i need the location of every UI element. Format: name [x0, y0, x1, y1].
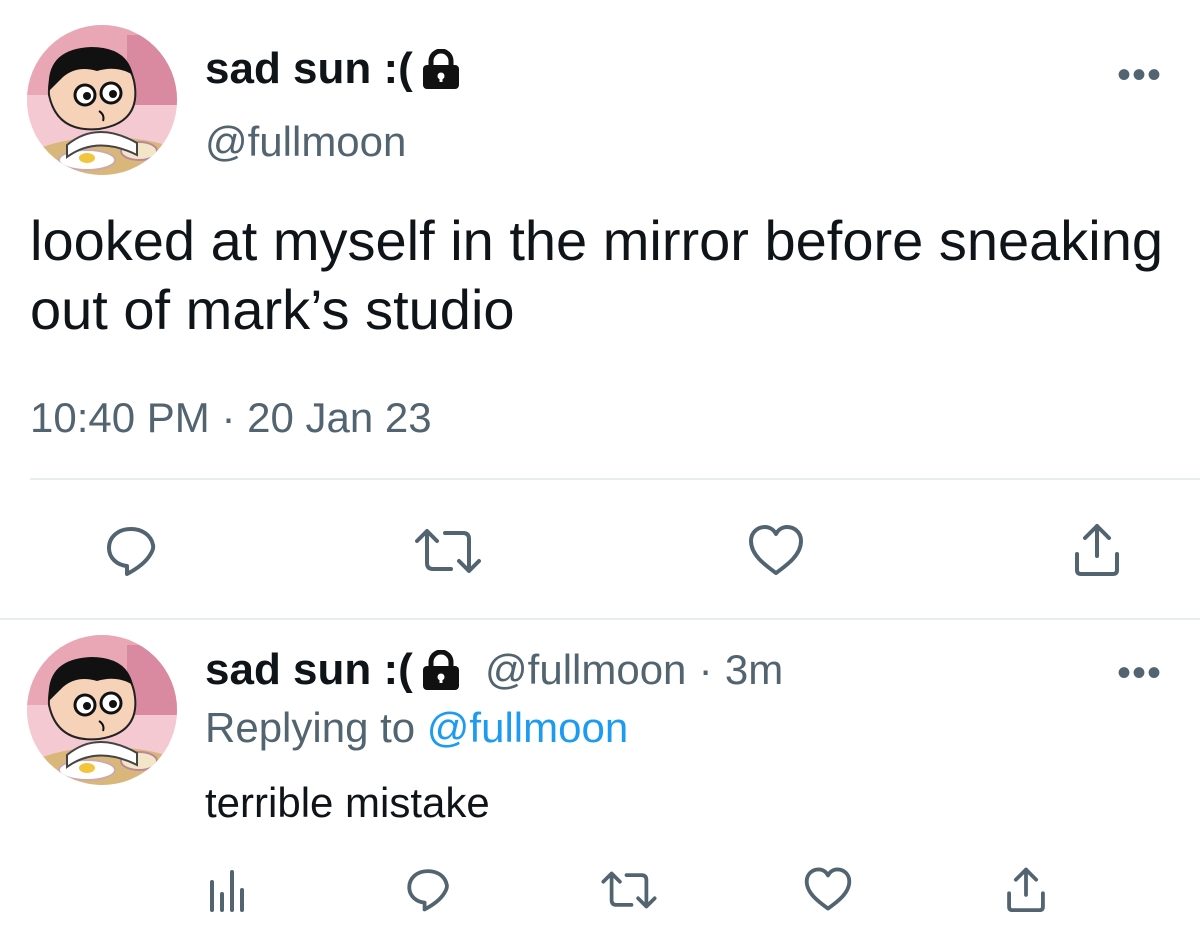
- timestamp-row: 10:40 PM · 20 Jan 23: [30, 397, 432, 439]
- meta-separator: ·: [221, 394, 236, 441]
- display-name: sad sun :(: [205, 44, 413, 93]
- reply-header-row: sad sun :( @fullmoon · 3m: [205, 648, 783, 698]
- lock-icon: [419, 48, 463, 97]
- replying-to-label: Replying to: [205, 704, 416, 751]
- more-dots-icon[interactable]: •••: [1117, 653, 1162, 693]
- share-button[interactable]: [1071, 520, 1123, 578]
- lock-icon: [419, 649, 463, 698]
- display-name[interactable]: sad sun :(: [205, 645, 413, 694]
- replying-to-row: Replying to @fullmoon: [205, 707, 628, 749]
- share-button[interactable]: [1004, 864, 1048, 914]
- like-icon: [804, 867, 852, 911]
- reply-icon: [107, 527, 156, 576]
- retweet-button[interactable]: [413, 525, 483, 577]
- more-dots-icon[interactable]: •••: [1117, 55, 1162, 95]
- reply-icon: [407, 869, 449, 912]
- tweet-text: looked at myself in the mirror before sn…: [30, 209, 1163, 341]
- retweet-icon: [601, 871, 657, 909]
- like-button[interactable]: [803, 866, 853, 912]
- avatar-cartoon-boy-icon: [27, 635, 177, 785]
- handle[interactable]: @fullmoon: [205, 121, 406, 163]
- divider: [0, 618, 1200, 620]
- handle[interactable]: @fullmoon: [485, 646, 686, 693]
- tweet-age: 3m: [724, 646, 784, 693]
- share-icon: [1075, 524, 1119, 576]
- display-name-row[interactable]: sad sun :(: [205, 47, 463, 97]
- share-icon: [1007, 867, 1045, 913]
- reply-button[interactable]: [405, 866, 451, 912]
- retweet-button[interactable]: [600, 868, 658, 912]
- analytics-icon: [210, 870, 244, 912]
- like-icon: [749, 525, 803, 575]
- reply-text: terrible mistake: [205, 779, 490, 826]
- like-button[interactable]: [747, 523, 805, 577]
- meta-separator: ·: [698, 646, 713, 693]
- avatar[interactable]: [27, 25, 177, 175]
- avatar-cartoon-boy-icon: [27, 25, 177, 175]
- avatar[interactable]: [27, 635, 177, 785]
- analytics-button[interactable]: [207, 866, 249, 912]
- tweet-date[interactable]: 20 Jan 23: [247, 394, 432, 441]
- replying-to-link[interactable]: @fullmoon: [427, 704, 628, 751]
- reply-button[interactable]: [104, 523, 158, 577]
- retweet-icon: [415, 529, 481, 573]
- tweet-time[interactable]: 10:40 PM: [30, 394, 210, 441]
- divider: [30, 478, 1200, 480]
